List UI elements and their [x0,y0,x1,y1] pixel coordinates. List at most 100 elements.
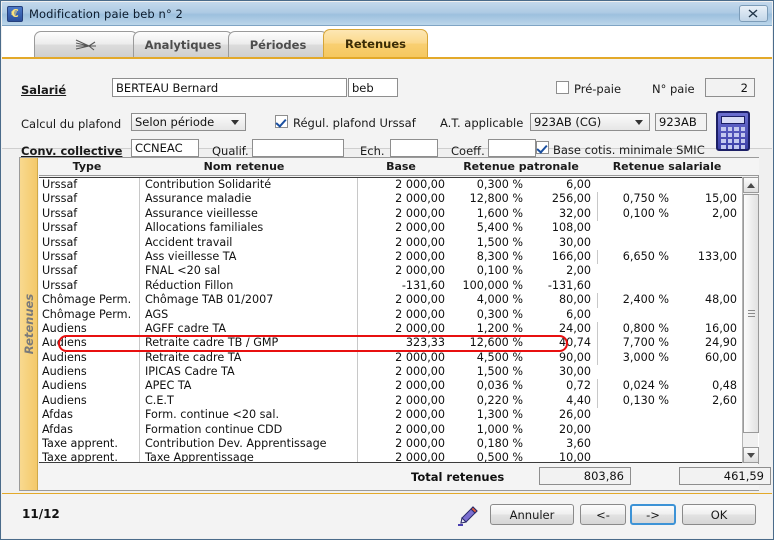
ok-button[interactable]: OK [682,504,756,525]
table-row[interactable]: Urssaf Réduction Fillon -131,60 100,000 % -1… [39,278,743,294]
cell-patronale-value: 30,00 [558,365,591,379]
cell-name: Formation continue CDD [139,422,349,438]
table-row[interactable]: Urssaf Accident travail 2 000,00 1,500 % 30,… [39,235,743,250]
regul-plafond-checkbox[interactable] [275,115,288,128]
table-row[interactable]: Audiens Retraite cadre TB / GMP 323,33 12,6… [39,336,743,351]
close-icon[interactable] [739,5,768,22]
table-row[interactable]: Urssaf Ass vieillesse TA 2 000,00 8,300 % 16… [39,249,743,265]
cell-salariale-value: 2,00 [712,206,737,220]
column-header-type[interactable]: Type [42,160,132,173]
table-row[interactable]: Urssaf Assurance vieillesse 2 000,00 1,600 … [39,206,743,222]
calcul-plafond-select[interactable]: Selon période [131,113,246,131]
cell-patronale-value: 20,00 [558,422,591,436]
scrollbar-thumb[interactable] [743,194,759,433]
cell-name: Retraite cadre TB / GMP [139,336,349,351]
tab-periodes[interactable]: Périodes [228,31,328,57]
cell-base: 323,33 [357,336,445,351]
qualif-input[interactable] [252,139,344,157]
column-header-nom[interactable]: Nom retenue [139,160,349,173]
title-bar: € Modification paie beb n° 2 [2,2,772,26]
cell-base: 2 000,00 [357,451,445,462]
cell-patronale-value: 256,00 [551,192,591,206]
cell-base: 2 000,00 [357,206,445,222]
scroll-up-icon[interactable] [743,177,759,193]
table-row[interactable]: Chômage Perm. AGS 2 000,00 0,300 % 6,00 [39,307,743,322]
base-smic-label: Base cotis. minimale SMIC [553,143,705,157]
cell-salariale-pct: 6,650 % [597,249,669,265]
no-paie-label: N° paie [652,82,695,96]
column-header-patronale[interactable]: Retenue patronale [451,160,591,173]
cell-patronale-pct: 0,300 % [476,307,523,321]
table-row[interactable]: Urssaf Contribution Solidarité 2 000,00 0,3… [39,178,743,193]
base-smic-checkbox[interactable] [536,141,549,154]
table-row[interactable]: Taxe apprent. Taxe Apprentissage 2 000,00 0… [39,451,743,462]
cell-type: Urssaf [42,235,78,249]
cell-base: 2 000,00 [357,422,445,438]
cancel-button[interactable]: Annuler [490,504,574,525]
ech-input[interactable] [390,139,438,157]
tab-overview[interactable] [34,31,138,57]
salarie-name-input[interactable]: BERTEAU Bernard [112,78,347,97]
tab-retenues[interactable]: Retenues [323,29,428,57]
cell-salariale-pct: 2,400 % [597,293,669,308]
cell-patronale-pct: 1,500 % [476,365,523,379]
column-header-salariale[interactable]: Retenue salariale [597,160,737,173]
cell-patronale-pct: 8,300 % [476,249,523,263]
calculator-icon[interactable] [716,111,750,151]
conv-collective-input[interactable]: CCNEAC [131,139,199,157]
cell-patronale-value: 90,00 [558,350,591,364]
vertical-tab-retenues[interactable]: Retenues [20,158,38,490]
table-row[interactable]: Audiens AGFF cadre TA 2 000,00 1,200 % 24,00… [39,321,743,337]
next-button[interactable]: -> [630,504,676,525]
table-row[interactable]: Audiens APEC TA 2 000,00 0,036 % 0,72 0,024 %… [39,379,743,394]
cell-name: AGS [139,307,349,322]
cell-name: Contribution Dev. Apprentissage [139,437,349,452]
at-applicable-select[interactable]: 923AB (CG) [530,113,650,131]
cell-base: 2 000,00 [357,350,445,366]
cell-base: 2 000,00 [357,221,445,236]
cell-patronale-value: 24,00 [558,321,591,335]
table-row[interactable]: Chômage Perm. Chômage TAB 01/2007 2 000,00… [39,293,743,308]
table-row[interactable]: Afdas Formation continue CDD 2 000,00 1,000… [39,422,743,438]
prepaie-checkbox[interactable] [556,81,569,94]
coeff-input[interactable] [488,139,536,157]
cell-type: Chômage Perm. [42,307,132,321]
no-paie-input[interactable]: 2 [705,78,755,97]
cell-name: Assurance vieillesse [139,206,349,222]
cell-salariale-value: 16,00 [704,321,737,335]
table-row[interactable]: Urssaf FNAL <20 sal 2 000,00 0,100 % 2,00 [39,264,743,279]
table-row[interactable]: Audiens Retraite cadre TA 2 000,00 4,500 % 9… [39,350,743,366]
cell-base: 2 000,00 [357,437,445,452]
cell-patronale-pct: 0,036 % [476,379,523,393]
table-row[interactable]: Audiens IPICAS Cadre TA 2 000,00 1,500 % 30,… [39,365,743,380]
cell-base: 2 000,00 [357,249,445,265]
salarie-code-input[interactable]: beb [348,78,398,97]
page-counter: 11/12 [22,507,60,521]
at-code-input[interactable]: 923AB [655,113,707,131]
table-row[interactable]: Urssaf Assurance maladie 2 000,00 12,800 % 2… [39,192,743,207]
calcul-plafond-label: Calcul du plafond [21,117,122,131]
cell-type: Audiens [42,350,87,364]
cell-type: Urssaf [42,192,78,206]
table-row[interactable]: Urssaf Allocations familiales 2 000,00 5,40… [39,221,743,236]
table-row[interactable]: Audiens C.E.T 2 000,00 0,220 % 4,40 0,130 % 2,… [39,393,743,409]
cell-type: Urssaf [42,249,78,263]
cell-type: Urssaf [42,278,78,292]
scroll-down-icon[interactable] [743,447,759,463]
cell-name: Contribution Solidarité [139,178,349,193]
cell-name: AGFF cadre TA [139,321,349,337]
table-row[interactable]: Taxe apprent. Contribution Dev. Apprentis… [39,437,743,452]
tab-analytiques[interactable]: Analytiques [133,31,233,57]
grid-total-row: Total retenues 803,86 461,59 [39,464,771,490]
grid-body[interactable]: Urssaf Contribution Solidarité 2 000,00 0,3… [39,177,759,463]
grid-vertical-scrollbar[interactable] [742,177,759,463]
cell-type: Afdas [42,408,73,422]
vertical-tab-label: Retenues [21,293,36,355]
table-row[interactable]: Afdas Form. continue <20 sal. 2 000,00 1,30… [39,408,743,423]
previous-button[interactable]: <- [580,504,626,525]
cell-salariale-pct: 3,000 % [597,350,669,366]
cell-patronale-pct: 1,200 % [476,321,523,335]
pencil-icon[interactable] [457,505,479,527]
column-header-base[interactable]: Base [357,160,445,173]
cell-name: Assurance maladie [139,192,349,207]
